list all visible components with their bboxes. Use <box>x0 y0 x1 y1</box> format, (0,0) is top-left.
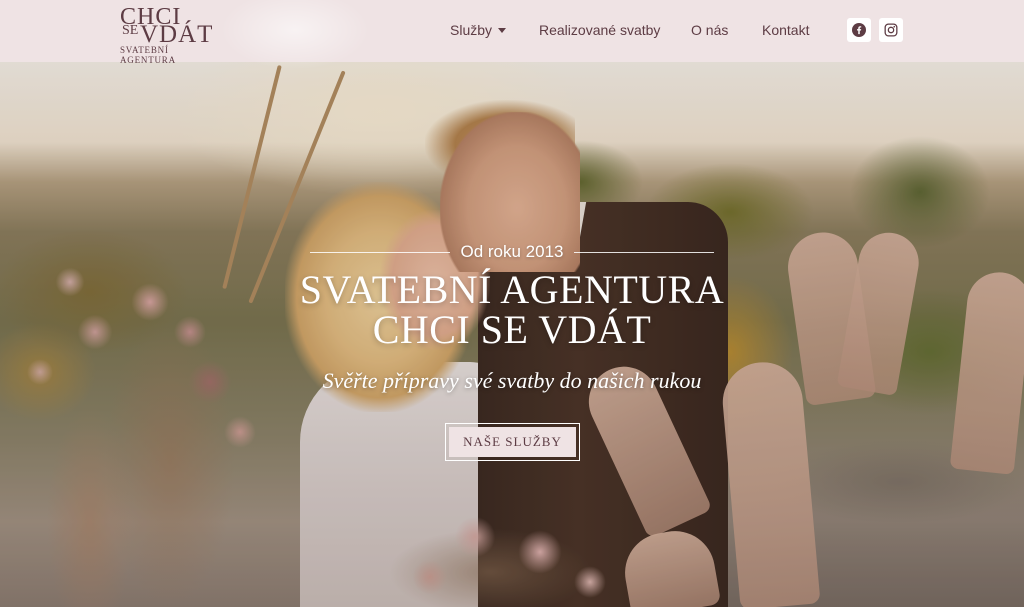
nav-item-label: O nás <box>691 22 729 38</box>
instagram-icon <box>884 23 898 37</box>
hero-headline-line1: SVATEBNÍ AGENTURA <box>299 267 725 312</box>
nav-item-label: Služby <box>450 22 493 38</box>
our-services-button[interactable]: NAŠE SLUŽBY <box>445 423 580 461</box>
facebook-icon <box>852 23 866 37</box>
instagram-button[interactable] <box>879 18 903 42</box>
hero-section: Od roku 2013 SVATEBNÍ AGENTURA CHCI SE V… <box>0 62 1024 607</box>
header-decor <box>220 0 370 70</box>
hero-tagline: Svěřte přípravy své svatby do našich ruk… <box>322 368 702 393</box>
nav-item-label: Realizované svatby <box>539 22 661 38</box>
caret-down-icon <box>498 28 507 33</box>
nav-item-label: Kontakt <box>762 22 810 38</box>
nav-item-sluzby[interactable]: Služby <box>450 22 507 38</box>
hero-since: Od roku 2013 <box>460 242 564 261</box>
hero-headline-line2: CHCI SE VDÁT <box>372 307 652 352</box>
facebook-button[interactable] <box>847 18 871 42</box>
logo-line2-small: SE <box>122 23 139 38</box>
logo-line3: SVATEBNÍ AGENTURA <box>120 45 176 65</box>
hero-headline: SVATEBNÍ AGENTURA CHCI SE VDÁT <box>0 270 1024 350</box>
logo[interactable]: CHCI SE VDÁT SVATEBNÍ AGENTURA <box>116 4 218 65</box>
nav-item-realizovane-svatby[interactable]: Realizované svatby <box>539 22 660 38</box>
nav-item-o-nas[interactable]: O nás <box>691 22 728 38</box>
site-header: CHCI SE VDÁT SVATEBNÍ AGENTURA Služby Re… <box>0 0 1024 70</box>
nav-item-kontakt[interactable]: Kontakt <box>762 22 809 38</box>
our-services-button-label: NAŠE SLUŽBY <box>449 427 576 457</box>
